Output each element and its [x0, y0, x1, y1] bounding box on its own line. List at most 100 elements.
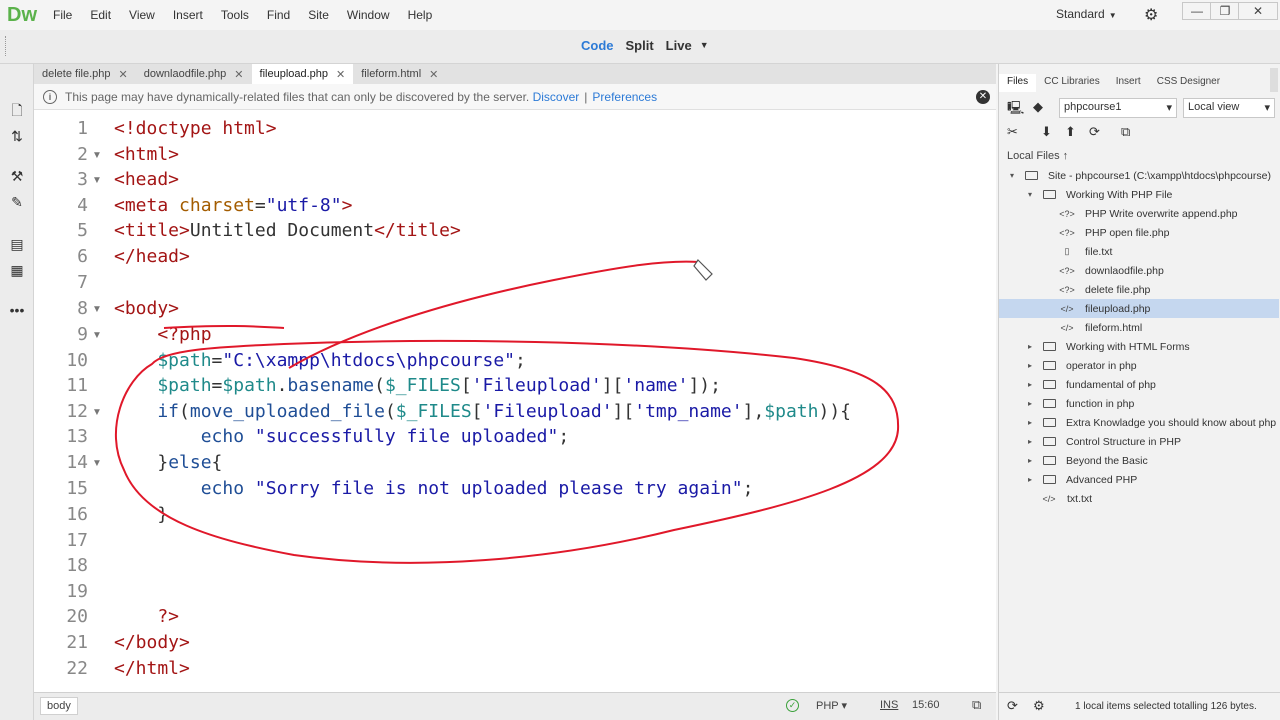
menu-view[interactable]: View	[120, 8, 164, 22]
menu-tools[interactable]: Tools	[212, 8, 258, 22]
tree-folder[interactable]: ▸ fundamental of php	[999, 375, 1279, 394]
php-file-icon: <?>	[1059, 208, 1075, 219]
menu-edit[interactable]: Edit	[81, 8, 120, 22]
tree-file[interactable]: ▯ file.txt	[999, 242, 1279, 261]
tree-site-root[interactable]: ▾ Site - phpcourse1 (C:\xampp\htdocs\phpc…	[999, 166, 1279, 185]
menu-find[interactable]: Find	[258, 8, 299, 22]
tree-label: file.txt	[1085, 245, 1113, 258]
menu-file[interactable]: File	[44, 8, 81, 22]
tree-file[interactable]: <?> delete file.php	[999, 280, 1279, 299]
fold-icon[interactable]: ▼	[92, 304, 102, 315]
live-view-button[interactable]: Live	[666, 38, 692, 53]
code-editor[interactable]: 1 2 3 4 5 6 7 8 9 10 11 12 13 14 15 16 1…	[34, 110, 996, 692]
menu-window[interactable]: Window	[338, 8, 399, 22]
tree-folder[interactable]: ▸ Advanced PHP	[999, 470, 1279, 489]
put-files-icon[interactable]: ⬆	[1065, 124, 1076, 140]
git-icon[interactable]: ◆	[1033, 99, 1043, 115]
code-token: .	[276, 375, 288, 396]
minimize-button[interactable]: —	[1182, 2, 1212, 20]
code-token: charset	[179, 195, 255, 216]
close-icon[interactable]: ✕	[976, 90, 990, 104]
chevron-down-icon[interactable]: ▼	[700, 40, 709, 53]
tag-selector[interactable]: body	[40, 697, 78, 715]
menu-site[interactable]: Site	[299, 8, 338, 22]
tree-file[interactable]: </> txt.txt	[999, 489, 1279, 508]
close-window-button[interactable]: ✕	[1238, 2, 1278, 20]
tree-folder[interactable]: ▸ function in php	[999, 394, 1279, 413]
preview-icon[interactable]: ⧉	[972, 697, 981, 713]
tree-label: Beyond the Basic	[1066, 454, 1148, 467]
local-files-header[interactable]: Local Files ↑	[1007, 150, 1068, 162]
tree-file[interactable]: </> fileform.html	[999, 318, 1279, 337]
code-token: $path	[764, 401, 819, 422]
tree-file-selected[interactable]: </> fileupload.php	[999, 299, 1279, 318]
open-documents-icon[interactable]: 🗋	[7, 100, 27, 120]
refresh-icon[interactable]: ⟳	[1007, 698, 1018, 714]
tab-cc-libraries[interactable]: CC Libraries	[1036, 74, 1108, 92]
language-select[interactable]: PHP ▾	[816, 699, 847, 712]
discover-link[interactable]: Discover	[533, 90, 580, 104]
workspace-switcher[interactable]: Standard ▼	[1056, 7, 1117, 21]
code-token: </head>	[114, 246, 190, 267]
tab-files[interactable]: Files	[999, 74, 1037, 92]
folder-icon	[1043, 399, 1056, 408]
toolbar-grip[interactable]	[5, 36, 7, 56]
close-icon[interactable]: ✕	[336, 68, 345, 81]
fold-icon[interactable]: ▼	[92, 330, 102, 341]
panel-scrollbar[interactable]	[1270, 68, 1278, 92]
more-icon[interactable]: •••	[7, 302, 27, 322]
status-bar: body ✓ PHP ▾ INS 15:60 ⧉	[34, 692, 996, 720]
tree-file[interactable]: <?> downlaodfile.php	[999, 261, 1279, 280]
connect-icon[interactable]: 🖳	[1007, 99, 1024, 121]
fold-icon[interactable]: ▼	[92, 150, 102, 161]
tree-folder[interactable]: ▸ Extra Knowladge you should know about p…	[999, 413, 1279, 432]
get-files-icon[interactable]: ⬇	[1041, 124, 1052, 140]
close-icon[interactable]: ✕	[119, 68, 128, 81]
tree-file[interactable]: <?> PHP Write overwrite append.php	[999, 204, 1279, 223]
folder-icon	[1043, 418, 1056, 427]
tree-folder[interactable]: ▸ operator in php	[999, 356, 1279, 375]
remove-comment-icon[interactable]: ▦	[7, 262, 27, 282]
split-view-button[interactable]: Split	[626, 38, 654, 53]
settings-icon[interactable]: ⚙	[1033, 698, 1045, 714]
format-source-icon[interactable]: ✎	[7, 194, 27, 214]
tab-fileupload[interactable]: fileupload.php ✕	[251, 64, 354, 84]
tree-folder[interactable]: ▾ Working With PHP File	[999, 185, 1279, 204]
tree-folder[interactable]: ▸ Beyond the Basic	[999, 451, 1279, 470]
fold-icon[interactable]: ▼	[92, 458, 102, 469]
restore-button[interactable]: ❐	[1210, 2, 1240, 20]
apply-comment-icon[interactable]: ▤	[7, 236, 27, 256]
tree-file[interactable]: <?> PHP open file.php	[999, 223, 1279, 242]
file-management-icon[interactable]: ⇅	[7, 128, 27, 148]
close-icon[interactable]: ✕	[429, 68, 438, 81]
menu-insert[interactable]: Insert	[164, 8, 212, 22]
tab-downlaodfile[interactable]: downlaodfile.php ✕	[136, 64, 252, 84]
tree-folder[interactable]: ▸ Control Structure in PHP	[999, 432, 1279, 451]
tab-insert[interactable]: Insert	[1108, 74, 1149, 92]
tab-css-designer[interactable]: CSS Designer	[1149, 74, 1228, 92]
preferences-link[interactable]: Preferences	[592, 90, 657, 104]
code-token: 'Fileupload'	[482, 401, 613, 422]
gear-icon[interactable]: ⚙	[1144, 5, 1158, 25]
disconnect-icon[interactable]: ✂	[1007, 124, 1018, 140]
view-select[interactable]: Local view ▾	[1183, 98, 1275, 118]
code-view-button[interactable]: Code	[581, 38, 614, 53]
document-tabs: delete file.php ✕ downlaodfile.php ✕ fileu…	[34, 64, 996, 84]
refresh-icon[interactable]: ⟳	[1089, 124, 1100, 140]
tree-folder[interactable]: ▸ Working with HTML Forms	[999, 337, 1279, 356]
close-icon[interactable]: ✕	[234, 68, 243, 81]
site-select[interactable]: phpcourse1 ▾	[1059, 98, 1177, 118]
insert-mode[interactable]: INS	[880, 699, 898, 711]
fold-icon[interactable]: ▼	[92, 175, 102, 186]
fold-icon[interactable]: ▼	[92, 407, 102, 418]
code-token: <meta	[114, 195, 180, 216]
expand-collapse-icon[interactable]: ⚒	[7, 168, 27, 188]
expand-panel-icon[interactable]: ⧉	[1121, 124, 1130, 140]
tab-fileform[interactable]: fileform.html ✕	[353, 64, 446, 84]
code-token: ],	[742, 401, 765, 422]
code-token: else	[168, 452, 212, 473]
line-number: 7	[77, 272, 88, 293]
menu-help[interactable]: Help	[399, 8, 442, 22]
tab-delete-file[interactable]: delete file.php ✕	[34, 64, 136, 84]
code-token: =	[211, 375, 223, 396]
